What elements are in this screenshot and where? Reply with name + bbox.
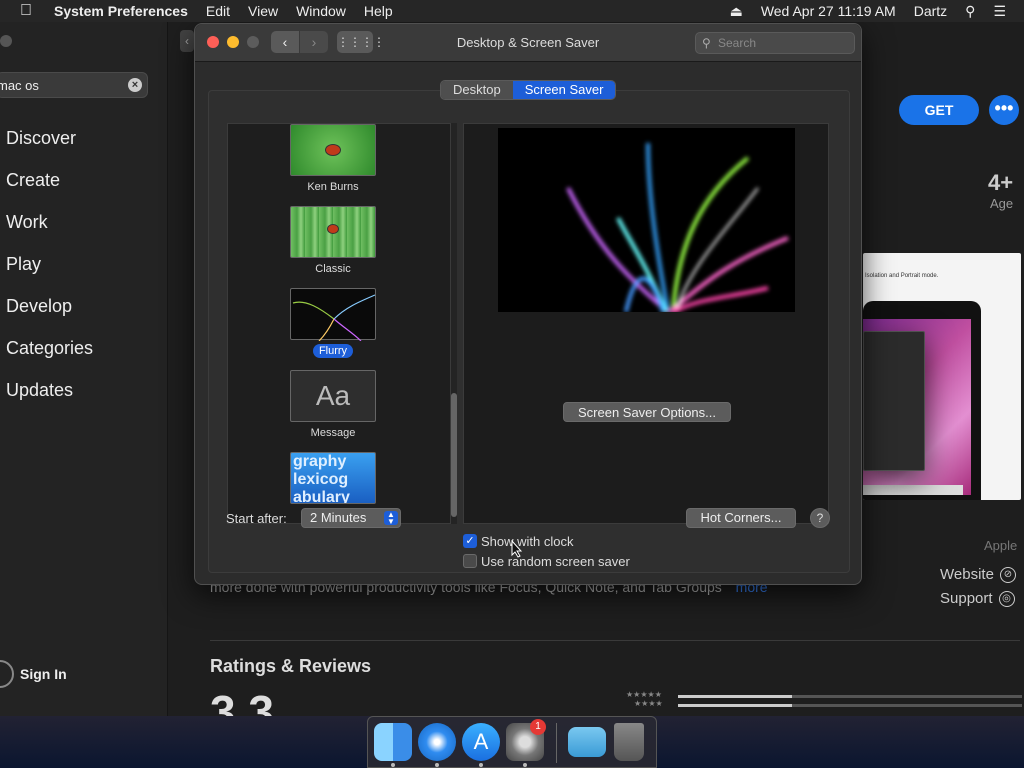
menu-view[interactable]: View — [248, 3, 278, 19]
search-placeholder: Search — [718, 36, 757, 50]
age-rating-label: Age — [990, 196, 1014, 211]
nav-work[interactable]: Work — [6, 210, 93, 252]
star-rows: ★★★★★ ★★★★ — [626, 690, 663, 708]
support-link[interactable]: Support ◎ — [940, 590, 1015, 607]
laptop-dock — [863, 485, 963, 495]
menu-edit[interactable]: Edit — [206, 3, 230, 19]
compass-icon: ⊘ — [999, 566, 1016, 583]
content-panel — [208, 90, 850, 573]
rating-bar-4-fill — [678, 704, 792, 707]
sign-in-label: Sign In — [20, 666, 67, 682]
appstore-search-input[interactable]: mac os × — [0, 72, 148, 98]
menubar-clock[interactable]: Wed Apr 27 11:19 AM — [761, 3, 896, 19]
age-rating-value: 4+ — [988, 170, 1014, 195]
app-store-running-dot — [479, 763, 483, 767]
menu-help[interactable]: Help — [364, 3, 393, 19]
window-control-dot-icon[interactable] — [0, 35, 12, 47]
website-label: Website — [940, 566, 994, 583]
tab-desktop[interactable]: Desktop — [441, 81, 513, 99]
app-store-icon[interactable]: A — [462, 723, 500, 761]
finder-icon[interactable] — [374, 723, 412, 761]
nav-categories[interactable]: Categories — [6, 336, 93, 378]
tab-bar: Desktop Screen Saver — [440, 80, 617, 100]
safari-icon[interactable] — [418, 723, 456, 761]
app-screenshot[interactable]: Isolation and Portrait mode. — [863, 253, 1021, 500]
star-row-4: ★★★★ — [634, 699, 663, 708]
star-row-5: ★★★★★ — [626, 690, 662, 699]
back-chevron-icon[interactable]: ‹ — [180, 30, 194, 52]
eject-icon[interactable]: ⏏ — [730, 3, 743, 20]
apple-menu-icon[interactable]:  — [20, 2, 36, 20]
dock-separator — [556, 723, 557, 763]
ratings-title: Ratings & Reviews — [210, 656, 372, 676]
nav-create[interactable]: Create — [6, 168, 93, 210]
rating-bar-5 — [678, 695, 1022, 698]
rating-bar-4 — [678, 704, 1022, 707]
developer-label: Apple — [984, 538, 1018, 553]
spotlight-icon[interactable]: ⚲ — [965, 3, 975, 20]
control-center-icon[interactable]: ☰ — [993, 3, 1006, 20]
system-preferences-window: ‹ › ⋮⋮⋮⋮ Desktop & Screen Saver ⚲ Search… — [194, 23, 862, 585]
window-titlebar: ‹ › ⋮⋮⋮⋮ Desktop & Screen Saver ⚲ Search — [195, 24, 861, 62]
safari-running-dot — [435, 763, 439, 767]
trash-icon[interactable] — [614, 723, 644, 761]
downloads-folder-icon[interactable] — [568, 727, 606, 757]
nav-updates[interactable]: Updates — [6, 378, 93, 420]
facetime-window — [863, 331, 925, 471]
nav-develop[interactable]: Develop — [6, 294, 93, 336]
rating-bar-5-fill — [678, 695, 792, 698]
more-options-button[interactable]: ••• — [989, 95, 1019, 125]
menubar-user[interactable]: Dartz — [914, 3, 947, 19]
menu-window[interactable]: Window — [296, 3, 346, 19]
notification-badge: 1 — [530, 719, 546, 735]
search-value: mac os — [0, 78, 39, 93]
menu-bar:  System Preferences Edit View Window He… — [0, 0, 1024, 22]
divider — [210, 640, 1020, 641]
website-link[interactable]: Website ⊘ — [940, 566, 1016, 583]
search-icon: ⚲ — [702, 36, 711, 50]
get-button[interactable]: GET — [899, 95, 979, 125]
dock: A 1 — [367, 716, 657, 768]
rating-value: 3.3 — [210, 686, 274, 716]
menu-app-name[interactable]: System Preferences — [54, 3, 188, 19]
sign-in-button[interactable]: Sign In — [0, 660, 67, 688]
support-label: Support — [940, 590, 993, 607]
nav-play[interactable]: Play — [6, 252, 93, 294]
nav-discover[interactable]: Discover — [6, 126, 93, 168]
preferences-search-input[interactable]: ⚲ Search — [695, 32, 855, 54]
clear-search-icon[interactable]: × — [128, 78, 142, 92]
lifebuoy-icon: ◎ — [998, 590, 1015, 607]
screenshot-caption: Isolation and Portrait mode. — [865, 273, 939, 279]
tab-screen-saver[interactable]: Screen Saver — [512, 81, 616, 99]
avatar-icon — [0, 660, 14, 688]
appstore-nav: Discover Create Work Play Develop Catego… — [6, 126, 93, 420]
finder-running-dot — [391, 763, 395, 767]
system-preferences-running-dot — [523, 763, 527, 767]
